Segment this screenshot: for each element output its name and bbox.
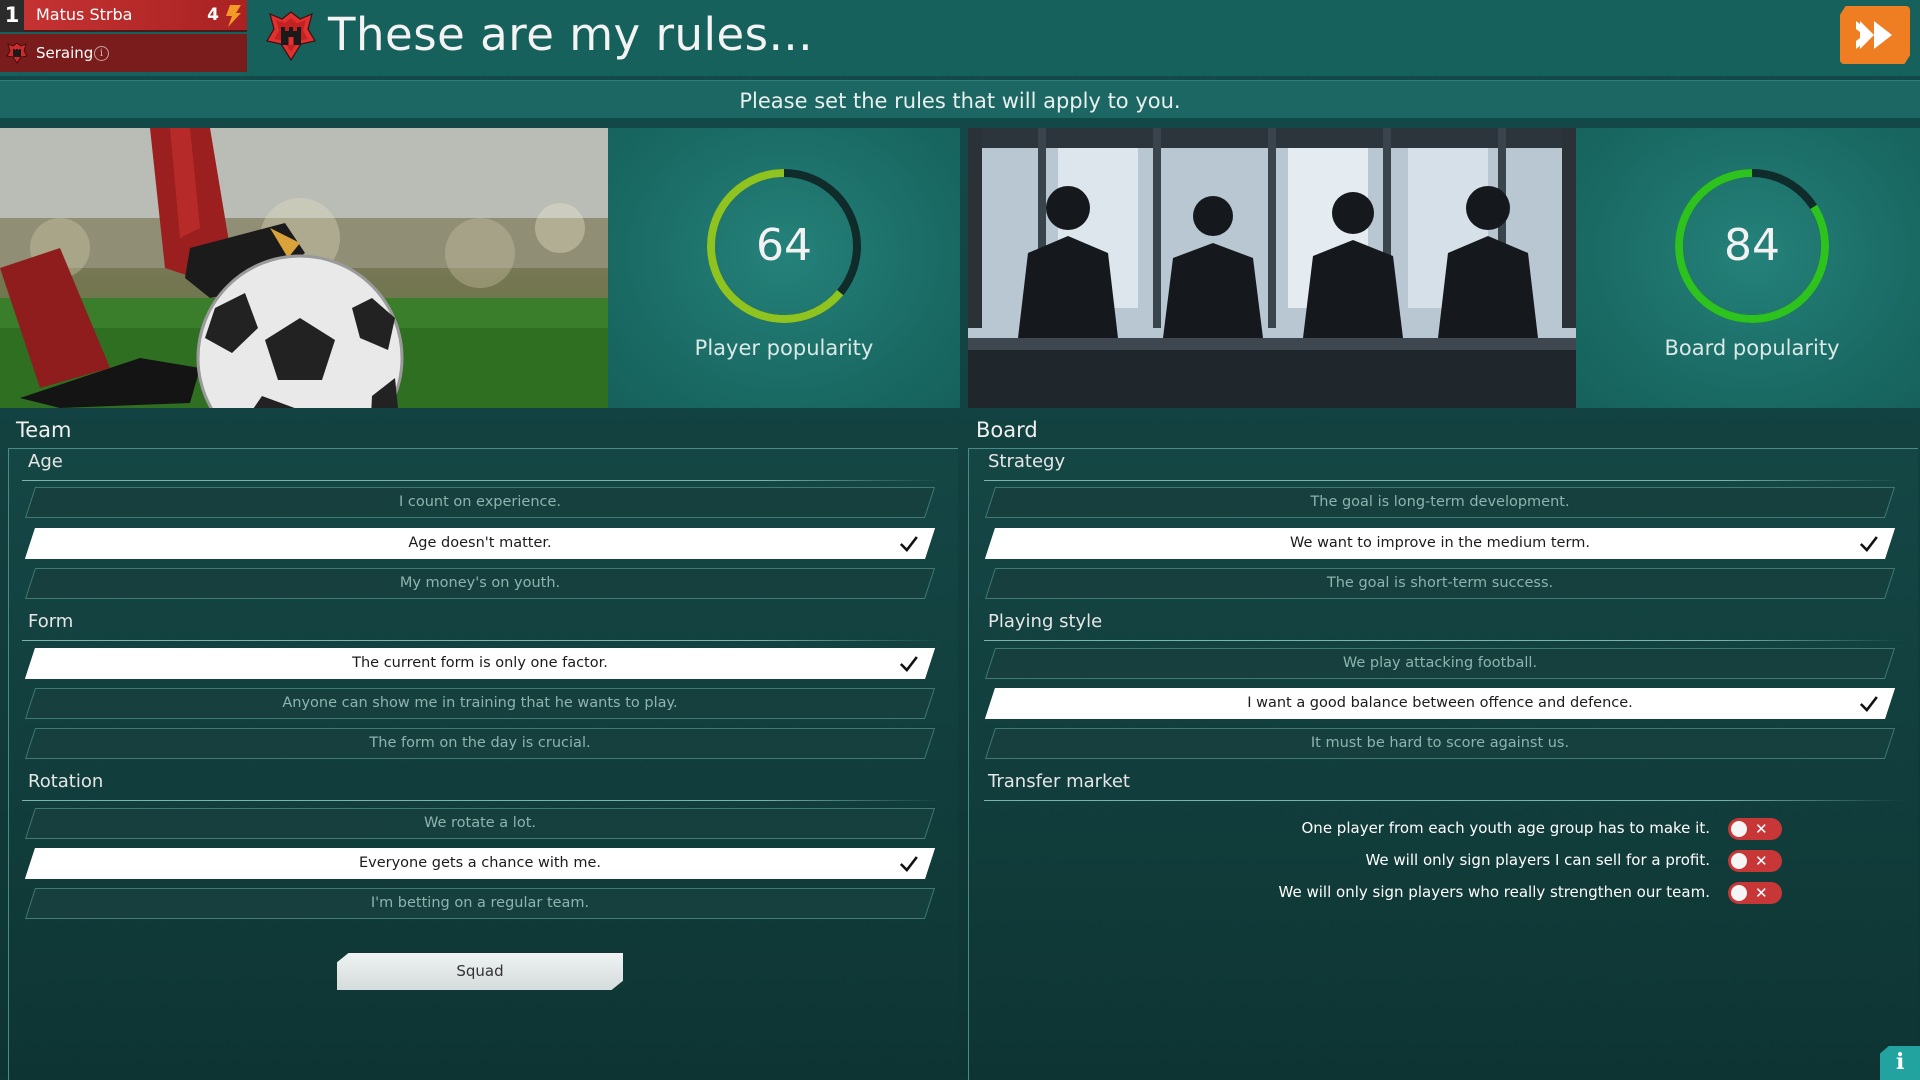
club-row: Seraing i (0, 34, 247, 72)
popularity-banner: 64 Player popularity 84 Board popularity (0, 128, 1920, 408)
option-style-defensive[interactable]: It must be hard to score against us. (984, 728, 1896, 759)
checkmark-icon (1859, 696, 1878, 712)
option-age-experience[interactable]: I count on experience. (24, 487, 936, 518)
option-label: We rotate a lot. (423, 815, 536, 831)
option-label: The goal is short-term success. (1326, 575, 1554, 591)
board-popularity-value: 84 (1724, 220, 1780, 271)
close-icon: ✕ (1755, 820, 1768, 838)
option-label: I want a good balance between offence an… (1247, 695, 1633, 711)
option-strategy-short-term[interactable]: The goal is short-term success. (984, 568, 1896, 599)
header-bar: 1 Matus Strba 4 Seraing i These are my r… (0, 0, 1920, 76)
close-icon: ✕ (1755, 884, 1768, 902)
page-subtitle: Please set the rules that will apply to … (739, 89, 1181, 113)
option-strategy-long-term[interactable]: The goal is long-term development. (984, 487, 1896, 518)
option-label: Age doesn't matter. (408, 535, 552, 551)
divider (984, 640, 1904, 641)
option-age-youth[interactable]: My money's on youth. (24, 568, 936, 599)
option-label: My money's on youth. (399, 575, 561, 591)
club-name: Seraing (36, 44, 94, 62)
option-label: The form on the day is crucial. (369, 735, 591, 751)
option-style-balance[interactable]: I want a good balance between offence an… (984, 688, 1896, 719)
toggle-row-strengthen: We will only sign players who really str… (968, 880, 1920, 904)
team-section-title: Team (16, 418, 72, 442)
option-rotation-a-lot[interactable]: We rotate a lot. (24, 808, 936, 839)
group-title-strategy: Strategy (988, 451, 1066, 472)
toggle-knob (1731, 885, 1747, 901)
divider (22, 480, 942, 481)
checkmark-icon (899, 656, 918, 672)
manager-row: 1 Matus Strba 4 (0, 0, 247, 32)
player-popularity-panel: 64 Player popularity (608, 128, 960, 408)
help-button[interactable]: i (1880, 1046, 1920, 1080)
squad-button[interactable]: Squad (337, 953, 623, 990)
toggle-knob (1731, 853, 1747, 869)
toggle-strengthen-rule[interactable]: ✕ (1728, 882, 1782, 904)
group-title-playing-style: Playing style (988, 611, 1103, 632)
option-label: It must be hard to score against us. (1310, 735, 1570, 751)
checkmark-icon (899, 536, 918, 552)
club-info-icon[interactable]: i (94, 46, 109, 61)
toggle-profit-rule[interactable]: ✕ (1728, 850, 1782, 872)
toggle-row-youth: One player from each youth age group has… (968, 816, 1920, 840)
divider (22, 800, 942, 801)
option-rotation-everyone[interactable]: Everyone gets a chance with me. (24, 848, 936, 879)
board-photo (968, 128, 1576, 408)
option-form-on-the-day[interactable]: The form on the day is crucial. (24, 728, 936, 759)
board-popularity-label: Board popularity (1664, 336, 1840, 360)
page-title: These are my rules... (328, 8, 814, 61)
group-title-rotation: Rotation (28, 771, 104, 792)
manager-level: 4 (207, 5, 219, 25)
toggle-knob (1731, 821, 1747, 837)
option-label: The current form is only one factor. (352, 655, 608, 671)
toggle-label: We will only sign players who really str… (1278, 883, 1710, 901)
toggle-youth-rule[interactable]: ✕ (1728, 818, 1782, 840)
option-label: We play attacking football. (1342, 655, 1538, 671)
club-crest-icon (6, 42, 28, 64)
info-icon: i (1896, 1049, 1905, 1075)
group-title-transfer-market: Transfer market (988, 771, 1130, 792)
toggle-row-profit: We will only sign players I can sell for… (968, 848, 1920, 872)
subtitle-bar: Please set the rules that will apply to … (0, 80, 1920, 122)
option-rotation-regular[interactable]: I'm betting on a regular team. (24, 888, 936, 919)
fast-forward-icon (1856, 21, 1892, 49)
close-icon: ✕ (1755, 852, 1768, 870)
option-form-training[interactable]: Anyone can show me in training that he w… (24, 688, 936, 719)
option-label: The goal is long-term development. (1310, 494, 1570, 510)
club-crest-icon (266, 11, 316, 62)
divider (984, 800, 1904, 801)
option-label: Everyone gets a chance with me. (358, 855, 602, 871)
manager-card[interactable]: 1 Matus Strba 4 Seraing i (0, 0, 247, 72)
continue-button[interactable] (1840, 6, 1910, 64)
divider (984, 480, 1904, 481)
manager-name: Matus Strba (36, 5, 133, 24)
option-label: Anyone can show me in training that he w… (282, 695, 678, 711)
checkmark-icon (1859, 536, 1878, 552)
board-section-title: Board (976, 418, 1038, 442)
player-popularity-label: Player popularity (694, 336, 874, 360)
divider (22, 640, 942, 641)
option-label: I count on experience. (398, 494, 562, 510)
player-popularity-value: 64 (756, 220, 812, 271)
option-age-doesnt-matter[interactable]: Age doesn't matter. (24, 528, 936, 559)
option-form-one-factor[interactable]: The current form is only one factor. (24, 648, 936, 679)
group-title-form: Form (28, 611, 74, 632)
toggle-label: One player from each youth age group has… (1301, 819, 1711, 837)
checkmark-icon (899, 856, 918, 872)
option-strategy-medium-term[interactable]: We want to improve in the medium term. (984, 528, 1896, 559)
option-label: I'm betting on a regular team. (370, 895, 590, 911)
group-title-age: Age (28, 451, 63, 472)
option-label: We want to improve in the medium term. (1290, 535, 1590, 551)
toggle-label: We will only sign players I can sell for… (1365, 851, 1710, 869)
bolt-icon (226, 5, 241, 27)
manager-rank: 1 (0, 0, 24, 32)
board-popularity-panel: 84 Board popularity (1576, 128, 1920, 408)
option-style-attacking[interactable]: We play attacking football. (984, 648, 1896, 679)
football-photo (0, 128, 608, 408)
